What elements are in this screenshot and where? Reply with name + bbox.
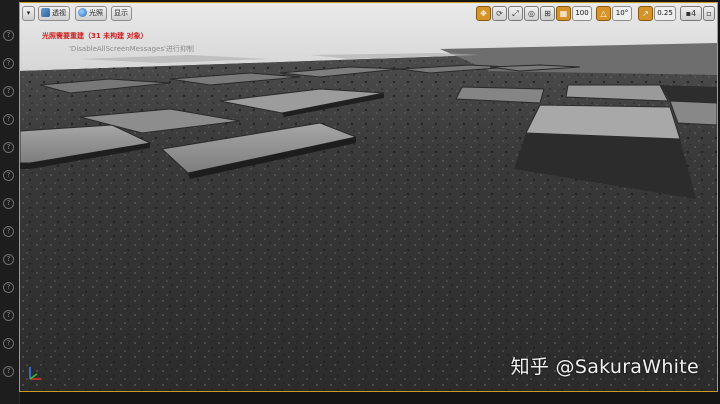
panel-dot-icon[interactable]: ?	[3, 226, 14, 237]
grid-snap-icon[interactable]: ▦	[556, 6, 571, 21]
panel-dot-icon[interactable]: ?	[3, 142, 14, 153]
lit-mode-label: 光照	[89, 9, 103, 17]
rotate-mode-icon[interactable]: ⟳	[492, 6, 507, 21]
translate-mode-icon[interactable]: ✥	[476, 6, 491, 21]
show-button[interactable]: 显示	[111, 6, 132, 21]
disable-messages-hint: 'DisableAllScreenMessages'进行抑制	[69, 45, 194, 53]
world-space-icon[interactable]: ◎	[524, 6, 539, 21]
scale-snap-icon[interactable]: ↗	[638, 6, 653, 21]
perspective-label: 透视	[52, 9, 66, 17]
panel-dot-icon[interactable]: ?	[3, 58, 14, 69]
camera-speed-button[interactable]: ▪4	[680, 6, 702, 21]
panel-dot-icon[interactable]: ?	[3, 30, 14, 41]
lit-mode-button[interactable]: 光照	[75, 6, 107, 21]
left-panel-strip: ? ? ? ? ? ? ? ? ? ? ? ? ?	[0, 0, 20, 404]
panel-dot-icon[interactable]: ?	[3, 310, 14, 321]
axis-gizmo-icon	[29, 367, 41, 380]
panel-dot-icon[interactable]: ?	[3, 254, 14, 265]
panel-dot-icon[interactable]: ?	[3, 114, 14, 125]
scale-mode-icon[interactable]: ⤢	[508, 6, 523, 21]
chevron-down-icon: ▾	[26, 9, 31, 17]
panel-dot-icon[interactable]: ?	[3, 86, 14, 97]
viewport-toolbar: ▾ 透视 光照 显示 ✥ ⟳ ⤢ ◎ ⊞ ▦ 100 △ 10° ↗ 0.25 …	[20, 3, 717, 25]
scale-snap-value[interactable]: 0.25	[654, 6, 676, 21]
panel-dot-icon[interactable]: ?	[3, 198, 14, 209]
panel-dot-icon[interactable]: ?	[3, 338, 14, 349]
show-label: 显示	[114, 9, 128, 17]
level-viewport[interactable]: ▾ 透视 光照 显示 ✥ ⟳ ⤢ ◎ ⊞ ▦ 100 △ 10° ↗ 0.25 …	[19, 2, 718, 392]
rendered-ground-scene	[20, 3, 717, 391]
grid-snap-value[interactable]: 100	[572, 6, 592, 21]
perspective-icon	[41, 8, 50, 17]
maximize-viewport-icon[interactable]: ▫	[703, 6, 715, 21]
panel-dot-icon[interactable]: ?	[3, 366, 14, 377]
panel-dot-icon[interactable]: ?	[3, 170, 14, 181]
surface-snap-icon[interactable]: ⊞	[540, 6, 555, 21]
perspective-button[interactable]: 透视	[38, 6, 70, 21]
lighting-rebuild-warning: 光照需要重建（31 未构建 对象）	[42, 32, 148, 40]
panel-dot-icon[interactable]: ?	[3, 282, 14, 293]
camera-speed-value: 4	[691, 9, 697, 18]
viewport-menu-button[interactable]: ▾	[22, 6, 35, 21]
zhihu-watermark: 知乎 @SakuraWhite	[510, 356, 699, 378]
rotation-snap-value[interactable]: 10°	[612, 6, 632, 21]
lit-sphere-icon	[78, 8, 87, 17]
rotation-snap-icon[interactable]: △	[596, 6, 611, 21]
